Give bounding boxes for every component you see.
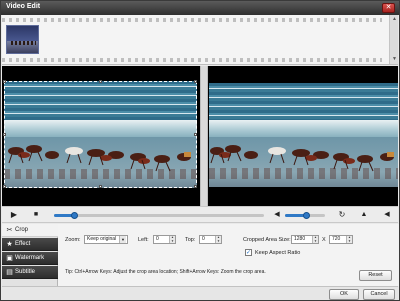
left-offset-value: 0 [156,236,159,242]
sidebar-item-subtitle[interactable]: ▤ Subtitle [2,266,58,279]
keep-aspect-ratio-checkbox[interactable]: ✓ [245,249,252,256]
cancel-button[interactable]: Cancel [363,289,395,300]
sidebar-item-label: Effect [15,241,31,247]
scroll-up-icon[interactable]: ▲ [391,16,398,23]
left-label: Left: [138,237,149,243]
volume-icon[interactable]: ◀ [272,210,282,220]
watermark-icon: ▣ [6,255,13,262]
clip-filmstrip: ▲ ▼ [2,15,398,65]
ok-button[interactable]: OK [329,289,359,300]
output-preview [208,66,398,206]
crop-handle-top-left[interactable] [3,80,6,83]
crop-handle-right[interactable] [194,133,197,136]
crop-handle-bottom[interactable] [99,185,102,188]
crop-height-stepper[interactable]: ▲ ▼ [346,235,352,243]
crop-width-stepper[interactable]: ▲ ▼ [312,235,318,243]
output-video-frame [209,83,398,187]
crop-tip-text: Tip: Ctrl+Arrow Keys: Adjust the crop ar… [65,269,266,275]
seek-slider[interactable] [54,212,264,219]
sidebar-item-crop[interactable]: ✂ Crop [2,224,58,237]
dialog-footer: OK Cancel [2,286,398,300]
preview-area [2,66,398,206]
crop-selection-box[interactable] [3,80,197,188]
keep-aspect-ratio-label: Keep Aspect Ratio [255,250,301,256]
seek-knob[interactable] [71,212,78,219]
crop-handle-bottom-right[interactable] [194,185,197,188]
sidebar-item-effect[interactable]: ★ Effect [2,238,58,251]
player-controls: ▶ ■ ◀ ↻ ▲ ◀ [2,206,398,223]
video-edit-window: Video Edit ✕ ▲ ▼ ▶ ■ ◀ ↻ ▲ ◀ ✂ Crop ★ Ef… [0,0,400,301]
zoom-select[interactable]: Keep original ▼ [84,235,128,244]
effect-icon: ★ [6,241,13,248]
flip-vertical-icon[interactable]: ▲ [359,210,369,220]
original-preview [2,66,200,206]
size-separator-label: X [322,237,326,243]
left-offset-stepper[interactable]: ▲ ▼ [169,235,175,243]
zoom-value: Keep original [87,236,117,242]
crop-handle-bottom-left[interactable] [3,185,6,188]
scissors-icon: ✂ [6,227,13,234]
crop-height-field[interactable]: 720 ▲ ▼ [329,235,353,244]
crop-width-value: 1280 [294,236,306,242]
top-offset-value: 0 [202,236,205,242]
zoom-label: Zoom: [65,237,81,243]
crop-width-field[interactable]: 1280 ▲ ▼ [291,235,319,244]
top-offset-field[interactable]: 0 ▲ ▼ [199,235,222,244]
crop-handle-top[interactable] [99,80,102,83]
sidebar-item-label: Watermark [15,255,45,261]
sidebar-item-label: Subtitle [15,269,36,275]
window-title: Video Edit [6,3,41,10]
crop-handle-top-right[interactable] [194,80,197,83]
filmstrip-scrollbar[interactable]: ▲ ▼ [389,15,398,64]
sidebar-item-label: Crop [15,227,29,233]
play-icon[interactable]: ▶ [9,210,19,220]
volume-knob[interactable] [303,212,310,219]
horses-output-image [210,145,394,172]
edit-sidebar: ✂ Crop ★ Effect ▣ Watermark ▤ Subtitle [2,224,58,286]
subtitle-icon: ▤ [6,269,13,276]
film-sprockets-top [2,18,382,22]
reset-button[interactable]: Reset [359,270,392,281]
scroll-down-icon[interactable]: ▼ [391,56,398,63]
cropped-area-size-label: Cropped Area Size: [243,237,291,243]
rotate-icon[interactable]: ↻ [337,210,347,220]
crop-height-value: 720 [332,236,341,242]
preview-divider [200,66,208,206]
title-bar: Video Edit ✕ [1,1,399,15]
crop-handle-left[interactable] [3,133,6,136]
stop-icon[interactable]: ■ [31,210,41,220]
crop-settings-panel: Zoom: Keep original ▼ Left: 0 ▲ ▼ Top: 0 … [58,224,399,286]
chevron-down-icon[interactable]: ▼ [119,236,126,243]
volume-slider[interactable] [285,212,325,219]
left-offset-field[interactable]: 0 ▲ ▼ [153,235,176,244]
film-sprockets-bottom [2,58,382,62]
sidebar-item-watermark[interactable]: ▣ Watermark [2,252,58,265]
clip-thumbnail[interactable] [6,25,39,54]
top-offset-stepper[interactable]: ▲ ▼ [215,235,221,243]
flip-horizontal-icon[interactable]: ◀ [382,210,392,220]
top-label: Top: [185,237,196,243]
close-button[interactable]: ✕ [382,3,395,13]
